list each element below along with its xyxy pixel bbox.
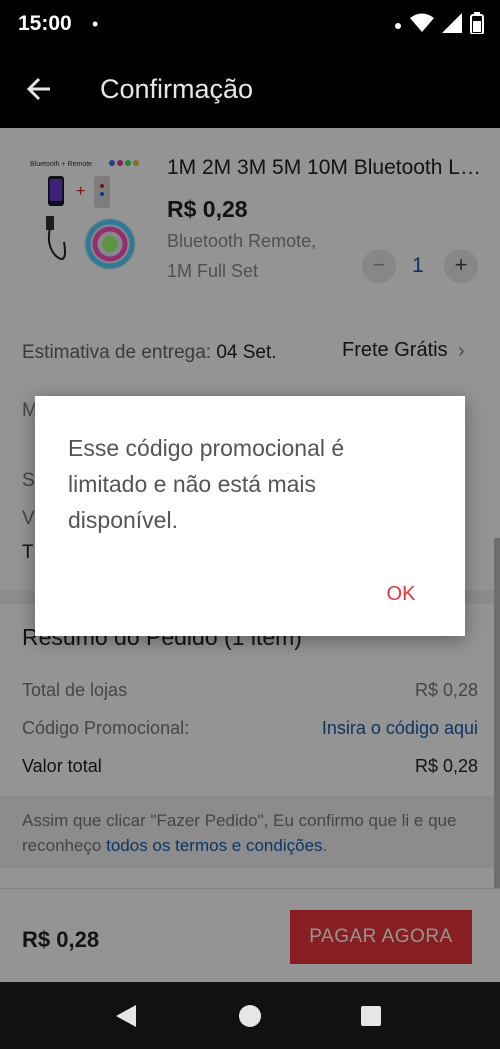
notification-dot-icon: [394, 17, 402, 35]
nav-back-icon[interactable]: [114, 1003, 138, 1034]
battery-icon: [470, 12, 484, 39]
ok-button[interactable]: OK: [373, 576, 429, 612]
status-bar: 15:00 •: [0, 0, 500, 52]
back-arrow-icon[interactable]: [22, 72, 56, 106]
page-title: Confirmação: [100, 74, 254, 104]
notification-dot-icon: •: [92, 14, 99, 34]
wifi-icon: [410, 13, 434, 38]
app-bar: Confirmação: [0, 52, 500, 128]
nav-recents-icon[interactable]: [360, 1005, 382, 1032]
system-nav-bar: [0, 982, 500, 1049]
status-time: 15:00: [18, 12, 72, 35]
signal-icon: [442, 13, 462, 38]
nav-home-icon[interactable]: [238, 1004, 262, 1033]
dialog-message: Esse código promocional é limitado e não…: [68, 435, 345, 533]
status-icons: [394, 12, 484, 39]
promo-code-dialog: Esse código promocional é limitado e não…: [35, 396, 465, 636]
